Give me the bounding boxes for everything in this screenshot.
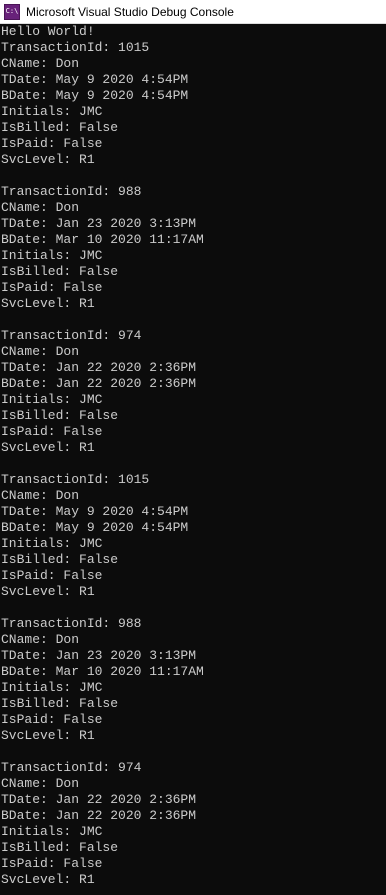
console-line: IsBilled: False [1, 120, 119, 135]
console-line: Initials: JMC [1, 680, 103, 695]
console-line: IsPaid: False [1, 856, 103, 871]
console-line: Initials: JMC [1, 536, 103, 551]
console-line: BDate: Mar 10 2020 11:17AM [1, 232, 204, 247]
console-line: BDate: Mar 10 2020 11:17AM [1, 664, 204, 679]
console-line: IsBilled: False [1, 408, 119, 423]
console-line: SvcLevel: R1 [1, 296, 95, 311]
console-line: TransactionId: 1015 [1, 472, 150, 487]
console-line: TDate: Jan 22 2020 2:36PM [1, 792, 197, 807]
console-line: TransactionId: 974 [1, 328, 142, 343]
visual-studio-console-icon: C:\ [4, 3, 20, 20]
console-output[interactable]: Hello World! TransactionId: 1015 CName: Do… [0, 24, 386, 895]
console-line: Hello World! [1, 24, 95, 39]
window-titlebar[interactable]: C:\ Microsoft Visual Studio Debug Consol… [0, 0, 386, 24]
console-line: CName: Don [1, 200, 80, 215]
console-line: BDate: Jan 22 2020 2:36PM [1, 376, 197, 391]
console-line: IsBilled: False [1, 840, 119, 855]
console-line: CName: Don [1, 56, 80, 71]
console-line: IsBilled: False [1, 552, 119, 567]
console-line: CName: Don [1, 488, 80, 503]
console-line: Initials: JMC [1, 248, 103, 263]
console-line: BDate: Jan 22 2020 2:36PM [1, 808, 197, 823]
console-line: SvcLevel: R1 [1, 440, 95, 455]
console-line: TDate: Jan 23 2020 3:13PM [1, 216, 197, 231]
console-line: BDate: May 9 2020 4:54PM [1, 520, 189, 535]
console-line: TransactionId: 988 [1, 184, 142, 199]
app-icon-text: C:\ [5, 7, 19, 15]
console-line: SvcLevel: R1 [1, 584, 95, 599]
console-line: TDate: May 9 2020 4:54PM [1, 72, 189, 87]
console-line: Initials: JMC [1, 392, 103, 407]
console-line: Initials: JMC [1, 104, 103, 119]
console-line: TDate: Jan 22 2020 2:36PM [1, 360, 197, 375]
console-line: TDate: Jan 23 2020 3:13PM [1, 648, 197, 663]
console-line: TransactionId: 1015 [1, 40, 150, 55]
console-line: IsBilled: False [1, 696, 119, 711]
console-line: TransactionId: 974 [1, 760, 142, 775]
console-line: BDate: May 9 2020 4:54PM [1, 88, 189, 103]
console-line: CName: Don [1, 632, 80, 647]
console-line: TransactionId: 988 [1, 616, 142, 631]
console-line: IsPaid: False [1, 568, 103, 583]
console-line: IsPaid: False [1, 280, 103, 295]
console-line: IsBilled: False [1, 264, 119, 279]
console-line: CName: Don [1, 776, 80, 791]
console-line: SvcLevel: R1 [1, 728, 95, 743]
window-title: Microsoft Visual Studio Debug Console [26, 4, 234, 19]
console-line: CName: Don [1, 344, 80, 359]
console-line: IsPaid: False [1, 136, 103, 151]
console-line: IsPaid: False [1, 424, 103, 439]
console-line: IsPaid: False [1, 712, 103, 727]
console-line: Initials: JMC [1, 824, 103, 839]
console-line: SvcLevel: R1 [1, 152, 95, 167]
console-line: SvcLevel: R1 [1, 872, 95, 887]
console-line: TDate: May 9 2020 4:54PM [1, 504, 189, 519]
